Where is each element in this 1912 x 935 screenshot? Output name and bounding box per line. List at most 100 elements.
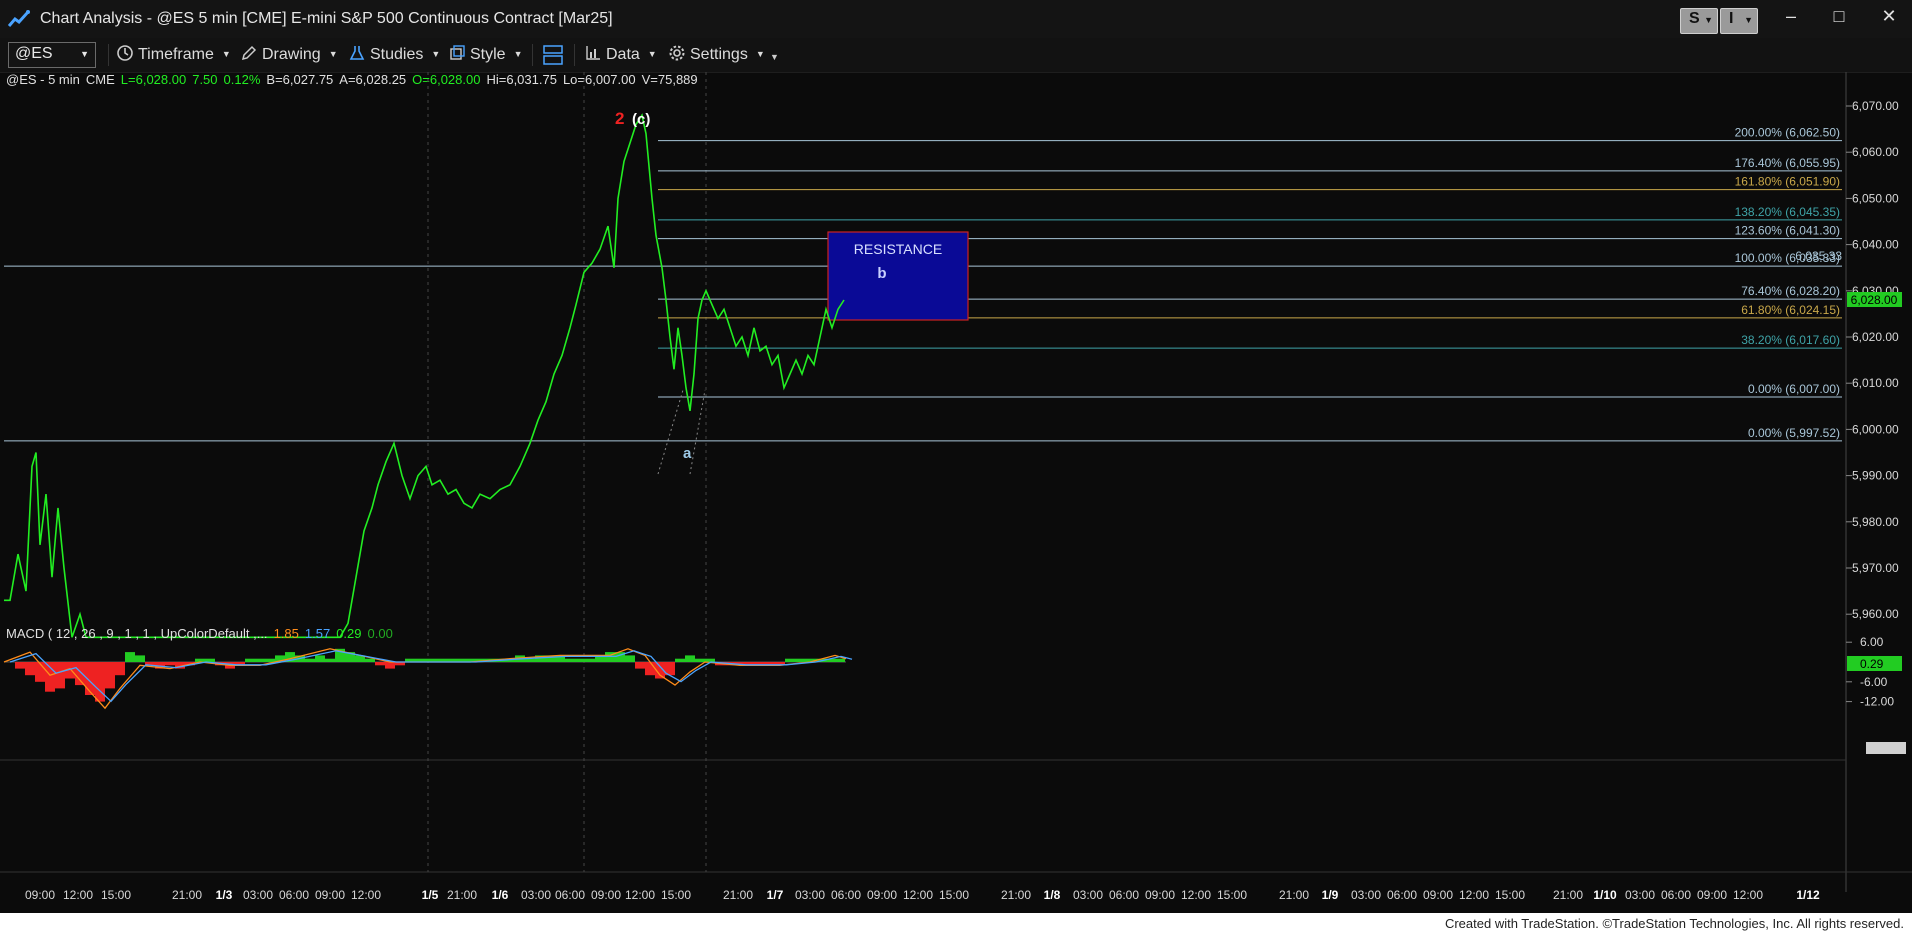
macd-histogram-bar [385,662,395,669]
time-tick-label: 21:00 [723,888,753,902]
flask-icon [349,46,365,60]
macd-histogram-bar [25,662,35,676]
time-tick-label: 12:00 [1733,888,1763,902]
time-tick-label: 12:00 [903,888,933,902]
macd-histogram-bar [575,658,585,662]
price-tick-label: 5,970.00 [1852,561,1899,575]
timeframe-menu[interactable]: Timeframe ▼ [116,44,231,66]
time-tick-label: 12:00 [63,888,93,902]
chevron-down-icon: ▼ [1704,15,1713,25]
i-button[interactable]: I ▼ [1720,8,1758,34]
time-axis[interactable]: 09:00 12:00 15:00 21:00 1/3 03:00 06:00 09:00 12… [25,888,1820,902]
time-tick-label: 06:00 [555,888,585,902]
chevron-down-icon: ▼ [221,49,231,59]
footer: Created with TradeStation. ©TradeStation… [0,913,1912,935]
fib-label: 176.40% (6,055.95) [1735,156,1840,170]
macd-current-value: 0.29 [1860,657,1884,671]
data-label: Data [606,46,640,63]
maximize-button[interactable]: □ [1824,4,1854,28]
time-tick-label: 12:00 [625,888,655,902]
macd-status-line: MACD ( 12 , 26 , 9 , 1 , 1 , UpColorDefa… [6,626,399,641]
fib-label: 38.20% (6,017.60) [1741,333,1840,347]
chevron-down-icon: ▼ [647,49,657,59]
macd-value: 1.85 [273,626,299,641]
macd-diff: 0.29 [336,626,362,641]
time-tick-label: 1/7 [767,888,784,902]
chevron-down-icon: ▼ [513,49,523,59]
fib-overlap-label: 6,035.33 [1795,249,1842,263]
macd-histogram-bar [315,655,325,662]
time-tick-label: 09:00 [25,888,55,902]
time-tick-label: 03:00 [1625,888,1655,902]
fib-label: 138.20% (6,045.35) [1735,205,1840,219]
time-tick-label: 09:00 [1423,888,1453,902]
time-tick-label: 15:00 [101,888,131,902]
time-tick-label: 09:00 [1145,888,1175,902]
fib-label: 76.40% (6,028.20) [1741,284,1840,298]
wave-a-label: a [683,445,692,462]
horizontal-scrollbar-thumb[interactable] [1866,742,1906,754]
layout-icon[interactable] [542,44,564,66]
time-tick-label: 1/9 [1322,888,1339,902]
wave-2-label: 2 [615,109,624,128]
macd-histogram-bar [565,658,575,662]
style-label: Style [470,46,506,63]
divider [108,44,109,66]
time-tick-label: 21:00 [1279,888,1309,902]
drawing-label: Drawing [262,46,321,63]
macd-histogram-bar [785,658,795,662]
macd-indicator [3,648,853,710]
fib-label: 0.00% (5,997.52) [1748,426,1840,440]
macd-tick-label: 6.00 [1860,635,1884,649]
studies-menu[interactable]: Studies ▼ [348,44,440,66]
close-button[interactable]: ✕ [1874,4,1904,28]
wave-b-label: b [877,265,886,282]
macd-histogram-bar [115,662,125,676]
price-axis[interactable]: 6,070.006,060.006,050.006,040.006,030.00… [1846,99,1899,621]
trend-line [657,389,684,475]
time-tick-label: 1/10 [1593,888,1617,902]
copyright-text: Created with TradeStation. ©TradeStation… [1444,916,1904,931]
fib-label: 161.80% (6,051.90) [1735,175,1840,189]
price-chart[interactable]: 200.00% (6,062.50) 176.40% (6,055.95) 161.… [0,72,1912,915]
s-button[interactable]: S ▼ [1680,8,1718,34]
divider [574,44,575,66]
minimize-button[interactable]: – [1776,4,1806,28]
time-tick-label: 15:00 [939,888,969,902]
price-tick-label: 5,990.00 [1852,469,1899,483]
settings-menu[interactable]: Settings ▼ [668,44,765,66]
time-tick-label: 1/5 [422,888,439,902]
time-tick-label: 06:00 [831,888,861,902]
macd-histogram-bar [125,652,135,662]
time-tick-label: 03:00 [1351,888,1381,902]
title-bar: Chart Analysis - @ES 5 min [CME] E-mini … [0,0,1912,39]
chart-area[interactable]: @ES - 5 min CME L=6,028.00 7.50 0.12% B=6,027… [0,72,1912,915]
time-tick-label: 06:00 [1387,888,1417,902]
clock-icon [117,45,133,61]
time-tick-label: 12:00 [1459,888,1489,902]
resistance-label: RESISTANCE [854,241,942,257]
price-tick-label: 6,020.00 [1852,330,1899,344]
drawing-menu[interactable]: Drawing ▼ [240,44,338,66]
last-price-value: 6,028.00 [1851,293,1898,307]
pencil-icon [241,45,257,61]
style-menu[interactable]: Style ▼ [448,44,523,66]
macd-histogram-bar [585,658,595,662]
macd-axis[interactable]: 6.00 -6.00 -12.00 [1846,635,1894,709]
time-tick-label: 09:00 [315,888,345,902]
price-tick-label: 6,040.00 [1852,238,1899,252]
macd-histogram-bar [265,658,275,662]
data-menu[interactable]: Data ▼ [584,44,657,66]
wave-c-label: (c) [632,111,650,128]
macd-histogram-bar [685,655,695,662]
trend-line [689,389,706,475]
toolbar-overflow-icon[interactable]: ▼ [770,52,779,62]
fib-label: 123.60% (6,041.30) [1735,224,1840,238]
macd-histogram-bar [95,662,105,702]
macd-avg: 1.57 [304,626,331,641]
time-tick-label: 21:00 [172,888,202,902]
price-tick-label: 6,050.00 [1852,191,1899,205]
chart-toolbar: @ES ▼ Timeframe ▼ Drawing ▼ Studies ▼ Style ▼… [0,38,1912,73]
symbol-selector[interactable]: @ES ▼ [8,42,96,68]
time-tick-label: 03:00 [795,888,825,902]
